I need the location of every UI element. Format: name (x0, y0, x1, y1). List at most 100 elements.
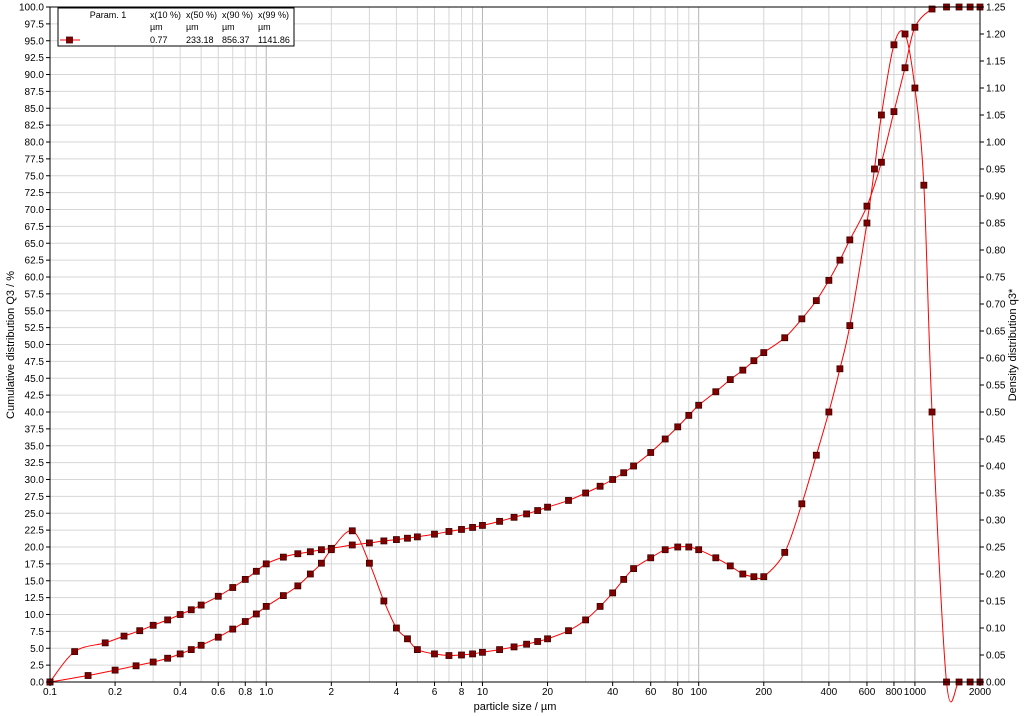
cumulative-point (798, 315, 806, 323)
cumulative-point (469, 524, 476, 531)
density-point (164, 654, 172, 662)
cumulative-point (846, 236, 854, 244)
density-point (890, 41, 898, 49)
x-tick-label: 2000 (969, 687, 992, 698)
legend-value-x10: 0.77 (150, 35, 168, 45)
particle-size-chart: 0.1 0.2 0.4 0.6 0.8 1.0 2 4 6 8 10 20 40 60 80 100 200 40… (5, 3, 1019, 714)
cumulative-point (214, 592, 222, 600)
x-tick-label: 600 (859, 687, 876, 698)
cumulative-point (149, 621, 157, 629)
y-left-tick-label: 2.5 (30, 661, 44, 672)
density-point (620, 576, 628, 583)
y-left-tick-label: 17.5 (25, 559, 45, 570)
density-point (846, 322, 854, 330)
x-tick-label: 800 (886, 687, 903, 698)
cumulative-point (836, 256, 844, 264)
density-point (469, 650, 476, 658)
y-right-tick-label: 0.00 (986, 678, 1006, 689)
cumulative-point (825, 276, 833, 284)
density-point (318, 559, 325, 567)
density-point (327, 546, 335, 554)
x-tick-label: 8 (459, 687, 465, 698)
density-point (674, 543, 682, 551)
y-left-tick-label: 90.0 (25, 70, 45, 81)
y-left-axis-title: Cumulative distribution Q3 / % (5, 271, 17, 419)
density-point (294, 582, 302, 590)
cumulative-point (661, 435, 669, 443)
density-point (229, 625, 237, 633)
y-left-tick-label: 80.0 (25, 138, 45, 149)
cumulative-point (596, 482, 604, 490)
density-point (685, 543, 693, 551)
legend-value-x90: 856.37 (222, 35, 250, 45)
y-right-tick-label: 0.85 (986, 219, 1006, 230)
density-point (609, 589, 617, 597)
cumulative-point (812, 297, 820, 305)
density-point (241, 618, 249, 625)
y-left-tick-label: 35.0 (25, 441, 45, 452)
legend-value-x50: 233.18 (186, 35, 214, 45)
x-tick-label: 1.0 (259, 687, 273, 698)
density-point (149, 658, 157, 666)
density-point (252, 610, 260, 618)
y-left-tick-labels: 0.0 2.5 5.0 7.5 10.0 12.5 15.0 17.5 20.0 22.5 25.0… (19, 3, 50, 689)
density-point (404, 635, 411, 643)
x-tick-labels: 0.1 0.2 0.4 0.6 0.8 1.0 2 4 6 8 10 20 40 60 80 100 200 40… (43, 682, 992, 698)
y-right-tick-label: 1.20 (986, 30, 1006, 41)
cumulative-point (445, 528, 453, 535)
y-left-tick-label: 40.0 (25, 408, 45, 419)
cumulative-point (197, 601, 205, 609)
density-point (726, 562, 734, 570)
density-point (661, 546, 669, 554)
cumulative-point (685, 411, 693, 419)
x-tick-label: 200 (755, 687, 772, 698)
density-point (812, 451, 820, 459)
x-tick-label: 0.2 (108, 687, 122, 698)
y-right-tick-label: 0.55 (986, 381, 1006, 392)
y-right-tick-label: 0.15 (986, 597, 1006, 608)
y-right-tick-label: 1.05 (986, 111, 1006, 122)
density-point (393, 624, 400, 632)
y-right-tick-label: 0.80 (986, 246, 1006, 257)
legend-header-param: Param. 1 (90, 10, 127, 20)
cumulative-point (496, 517, 503, 525)
cumulative-point (609, 476, 617, 483)
x-tick-label: 0.1 (43, 687, 57, 698)
density-point (798, 500, 806, 508)
y-right-tick-label: 0.30 (986, 516, 1006, 527)
cumulative-point (164, 616, 172, 624)
density-point (544, 635, 551, 643)
y-left-tick-label: 85.0 (25, 104, 45, 115)
cumulative-point (431, 530, 438, 538)
cumulative-point (262, 560, 270, 568)
y-left-tick-label: 50.0 (25, 340, 45, 351)
x-tick-label: 20 (542, 687, 554, 698)
density-point (348, 527, 356, 535)
density-point (431, 650, 438, 658)
density-point (863, 219, 871, 227)
cumulative-point (630, 462, 637, 470)
density-point (901, 30, 909, 38)
cumulative-point (878, 158, 885, 166)
density-point (534, 638, 542, 645)
x-axis-title: particle size / µm (474, 701, 557, 713)
x-tick-label: 40 (607, 687, 619, 698)
y-right-axis-title: Density distribution q3* (1007, 288, 1019, 401)
density-point (445, 652, 453, 659)
density-point (928, 408, 936, 416)
x-tick-label: 1000 (904, 687, 927, 698)
density-point (279, 592, 287, 599)
density-point (878, 111, 885, 119)
y-right-tick-label: 0.95 (986, 165, 1006, 176)
y-left-tick-label: 32.5 (25, 458, 45, 469)
cumulative-point (279, 553, 287, 561)
density-point (380, 597, 388, 605)
cumulative-point (582, 489, 590, 497)
cumulative-point (674, 423, 682, 431)
y-right-tick-label: 0.65 (986, 327, 1006, 338)
x-tick-label: 0.6 (211, 687, 225, 698)
cumulative-point (101, 639, 109, 647)
y-left-tick-label: 47.5 (25, 357, 45, 368)
density-point (630, 565, 637, 572)
y-right-tick-label: 0.35 (986, 489, 1006, 500)
